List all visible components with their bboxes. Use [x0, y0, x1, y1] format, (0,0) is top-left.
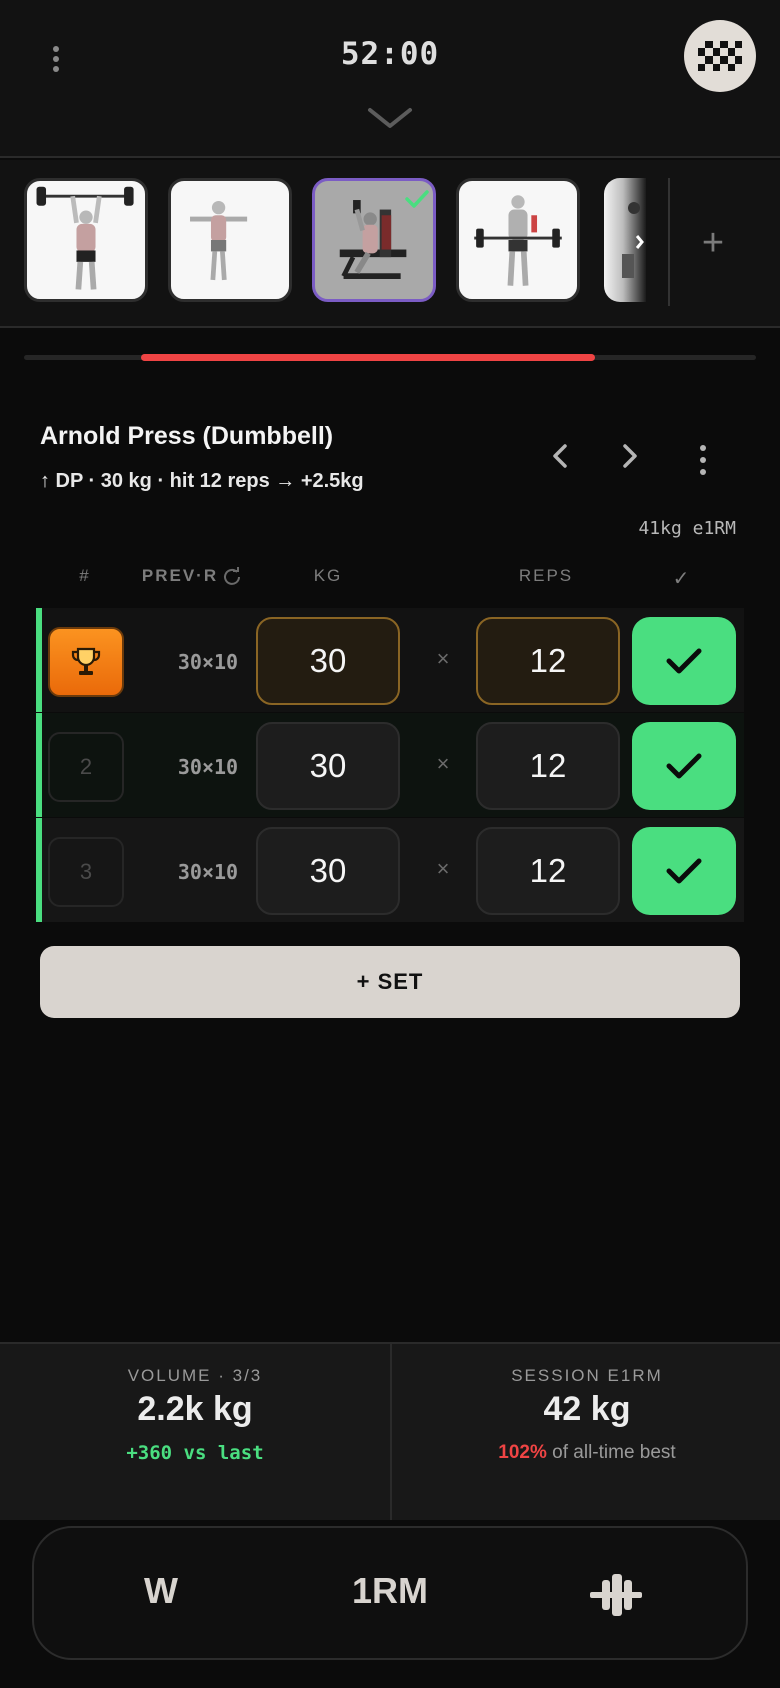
strip-divider — [668, 178, 670, 306]
previous-value[interactable]: 30×10 — [142, 755, 274, 779]
reps-input[interactable]: 12 — [476, 722, 620, 810]
reps-input[interactable]: 12 — [476, 617, 620, 705]
next-exercise-icon[interactable] — [615, 440, 645, 472]
progression-hint: ↑ DP · 30 kg · hit 12 reps → +2.5kg — [40, 470, 364, 492]
plate-calculator-icon[interactable] — [590, 1572, 642, 1618]
col-check: ✓ — [672, 568, 692, 590]
e1rm-percent-suffix: of all-time best — [546, 1442, 676, 1463]
set-row: 3 30×10 30 × 12 — [36, 818, 744, 922]
previous-exercise-icon[interactable] — [545, 440, 575, 472]
warmup-button[interactable]: W — [120, 1570, 202, 1620]
kg-input[interactable]: 30 — [256, 617, 400, 705]
check-icon — [666, 648, 702, 674]
barbell-curl-figure-icon — [474, 195, 562, 286]
previous-value[interactable]: 30×10 — [142, 650, 274, 674]
col-kg: KG — [313, 566, 343, 585]
times-sign: × — [436, 856, 450, 881]
workout-progress-fill — [141, 354, 595, 361]
volume-value: 2.2k kg — [137, 1390, 253, 1428]
sets-table: 30×10 30 × 12 2 30×10 30 × 12 3 30×10 30… — [36, 608, 744, 922]
set-accent — [36, 713, 42, 817]
kg-input[interactable]: 30 — [256, 827, 400, 915]
next-exercise-figure-icon — [622, 202, 644, 278]
times-sign: × — [436, 646, 450, 671]
set-number[interactable]: 3 — [48, 837, 124, 907]
check-icon — [666, 858, 702, 884]
overhead-press-figure-icon — [36, 186, 134, 290]
session-e1rm-label: SESSION E1RM — [511, 1366, 663, 1385]
exercise-thumb-next[interactable] — [604, 178, 646, 302]
one-rep-max-button[interactable]: 1RM — [330, 1570, 450, 1620]
kg-input[interactable]: 30 — [256, 722, 400, 810]
previous-value[interactable]: 30×10 — [142, 860, 274, 884]
exercise-menu-icon[interactable] — [692, 445, 714, 475]
exercise-thumb-lateral-raise[interactable] — [168, 178, 292, 302]
set-number[interactable]: 2 — [48, 732, 124, 802]
finish-workout-button[interactable] — [684, 20, 756, 92]
lateral-raise-figure-icon — [190, 200, 248, 281]
col-previous[interactable]: PREV·R — [138, 566, 246, 586]
add-set-button[interactable]: + SET — [40, 946, 740, 1018]
set-accent — [36, 818, 42, 922]
refresh-icon — [224, 567, 241, 585]
check-icon — [666, 753, 702, 779]
volume-delta: +360 vs last — [126, 1442, 264, 1464]
session-e1rm-value: 42 kg — [543, 1390, 631, 1428]
set-row: 2 30×10 30 × 12 — [36, 713, 744, 817]
col-reps: REPS — [518, 566, 574, 585]
completed-check-icon — [405, 190, 429, 208]
exercise-title[interactable]: Arnold Press (Dumbbell) — [40, 422, 333, 451]
e1rm-percent: 102% — [498, 1442, 547, 1463]
complete-set-button[interactable] — [632, 722, 736, 810]
trophy-icon — [71, 647, 101, 675]
col-previous-label: PREV·R — [141, 566, 219, 585]
top-header — [0, 0, 780, 158]
complete-set-button[interactable] — [632, 827, 736, 915]
volume-label: VOLUME · 3/3 — [127, 1366, 263, 1385]
complete-set-button[interactable] — [632, 617, 736, 705]
chevron-down-icon[interactable] — [364, 104, 416, 134]
workout-timer[interactable]: 52:00 — [290, 36, 490, 72]
checkered-flag-icon — [698, 41, 742, 71]
set-accent — [36, 608, 42, 712]
col-set-number: # — [79, 566, 91, 585]
reps-input[interactable]: 12 — [476, 827, 620, 915]
times-sign: × — [436, 751, 450, 776]
exercise-thumb-barbell-curl[interactable] — [456, 178, 580, 302]
menu-kebab-icon[interactable] — [44, 42, 68, 76]
pr-trophy-badge[interactable] — [48, 627, 124, 697]
exercise-thumb-overhead-press[interactable] — [24, 178, 148, 302]
set-row: 30×10 30 × 12 — [36, 608, 744, 712]
session-e1rm-comparison: 102% of all-time best — [392, 1442, 780, 1464]
add-exercise-button[interactable]: + — [690, 220, 736, 266]
estimated-1rm: 41kg e1RM — [638, 518, 736, 539]
